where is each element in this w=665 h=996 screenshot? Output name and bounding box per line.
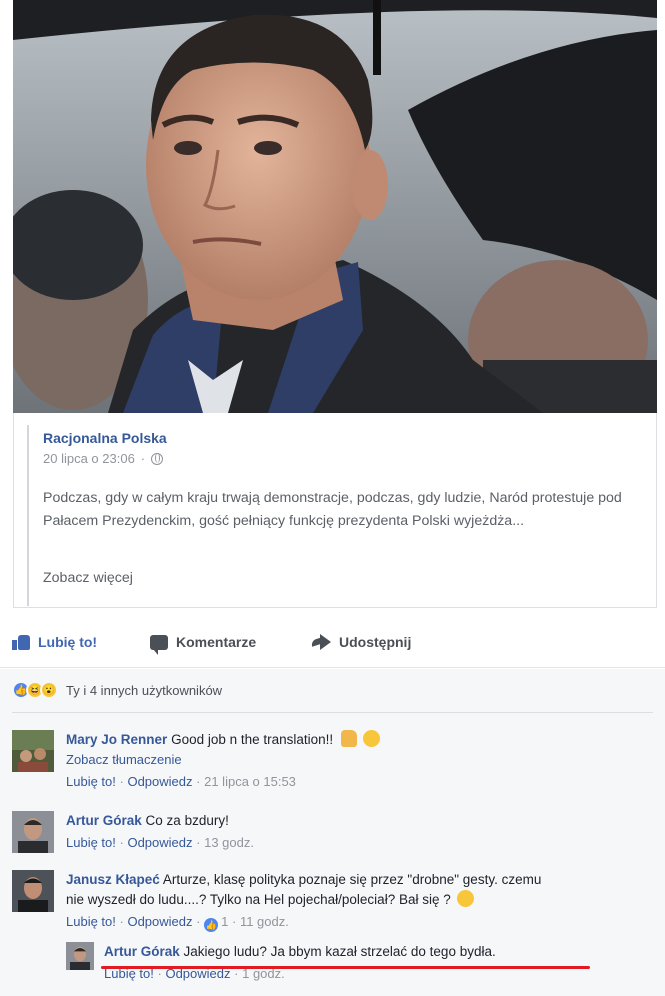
thumbs-up-emoji-icon [340,730,357,747]
comment-text-line-2: nie wyszedł do ludu....? Tylko na Hel po… [66,892,451,907]
post-photo[interactable] [13,0,657,413]
comment-author-link[interactable]: Mary Jo Renner [66,732,167,747]
comment-author-link[interactable]: Artur Górak [66,813,142,828]
smile-emoji-icon [456,890,474,907]
page-name-link[interactable]: Racjonalna Polska [43,430,167,446]
comment-time[interactable]: 11 godz. [240,914,289,929]
avatar[interactable] [66,942,94,970]
comment-reply-link[interactable]: Odpowiedz [127,835,192,850]
avatar[interactable] [12,730,54,772]
share-arrow-icon [320,634,331,650]
comment-text-line-1: Arturze, klasę polityka poznaje się prze… [162,872,542,887]
comments-section: 👍 😆 😮 Ty i 4 innych użytkowników Mary Jo… [0,669,665,996]
comment-time[interactable]: 13 godz. [204,835,254,850]
comment-button-label: Komentarze [176,634,257,650]
see-more-link[interactable]: Zobacz więcej [43,570,133,586]
post-meta: 20 lipca o 23:06 · [43,451,164,466]
avatar[interactable] [12,870,54,912]
divider [12,712,653,713]
red-highlight-underline [101,966,590,969]
comment-bubble-icon [150,634,168,655]
share-button[interactable]: Udostępnij [314,634,411,650]
comment-item: Janusz Kłapeć Arturze, klasę polityka po… [12,870,541,932]
comment-time[interactable]: 21 lipca o 15:53 [204,774,296,789]
avatar[interactable] [12,811,54,853]
smile-emoji-icon [362,730,380,747]
wow-icon: 😮 [40,681,58,699]
comment-like-link[interactable]: Lubię to! [66,835,116,850]
globe-icon [151,452,164,465]
like-button[interactable]: Lubię to! [12,634,97,650]
comment-text: Co za bzdury! [145,813,229,828]
comment-reply-link[interactable]: Odpowiedz [127,774,192,789]
comment-like-count[interactable]: 1 [221,914,228,929]
quote-bar [27,425,29,606]
comment-button[interactable]: Komentarze [150,634,257,655]
thumbs-up-icon [12,634,30,650]
comment-reply-link[interactable]: Odpowiedz [127,914,192,929]
post-timestamp[interactable]: 20 lipca o 23:06 [43,451,135,466]
comment-like-link[interactable]: Lubię to! [66,774,116,789]
comment-item: Mary Jo Renner Good job n the translatio… [12,730,380,792]
photo-illustration [13,0,657,413]
see-translation-link[interactable]: Zobacz tłumaczenie [66,750,380,770]
comment-text: Jakiego ludu? Ja bbym kazał strzelać do … [183,944,496,959]
comment-like-link[interactable]: Lubię to! [66,914,116,929]
comment-meta: Lubię to! · Odpowiedz · 👍 1 · 11 godz. [66,914,289,932]
comment-author-link[interactable]: Janusz Kłapeć [66,872,160,887]
post-action-bar: Lubię to! Komentarze Udostępnij [0,622,665,668]
reactions-summary-text: Ty i 4 innych użytkowników [66,682,223,698]
link-preview-card[interactable]: Racjonalna Polska 20 lipca o 23:06 · Pod… [13,413,657,608]
reactions-summary[interactable]: 👍 😆 😮 Ty i 4 innych użytkowników [12,681,222,699]
comment-text: Good job n the translation!! [171,732,334,747]
comment-author-link[interactable]: Artur Górak [104,944,180,959]
reply-item: Artur Górak Jakiego ludu? Ja bbym kazał … [66,942,496,984]
like-button-label: Lubię to! [38,634,98,650]
post-text: Podczas, gdy w całym kraju trwają demons… [43,490,622,529]
comment-meta: Lubię to! · Odpowiedz · 21 lipca o 15:53 [66,774,296,789]
comment-meta: Lubię to! · Odpowiedz · 13 godz. [66,835,254,850]
share-button-label: Udostępnij [339,634,412,650]
comment-item: Artur Górak Co za bzdury! Lubię to! · Od… [12,811,254,853]
like-count-icon: 👍 [204,918,219,932]
